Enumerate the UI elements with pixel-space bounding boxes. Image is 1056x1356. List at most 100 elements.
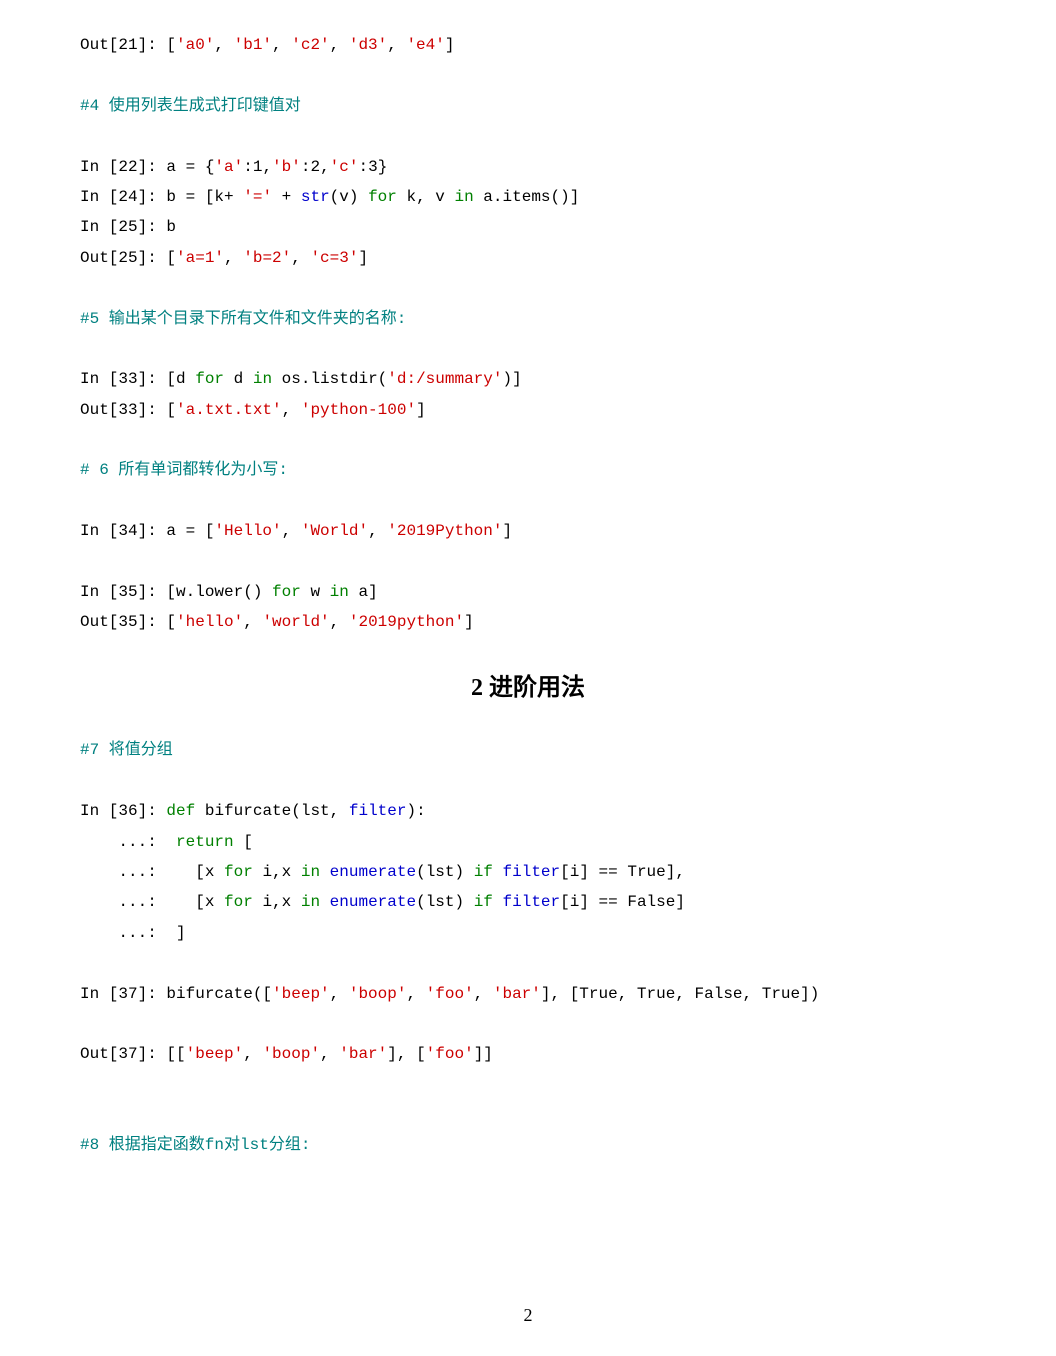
code-segment: 'b' bbox=[272, 158, 301, 176]
code-segment: 'Hello' bbox=[214, 522, 281, 540]
code-segment: , bbox=[214, 36, 233, 54]
code-segment: In [24]: b = [k+ bbox=[80, 188, 243, 206]
code-line: In [25]: b bbox=[80, 212, 976, 242]
code-line: In [24]: b = [k+ '=' + str(v) for k, v i… bbox=[80, 182, 976, 212]
code-segment: ...: bbox=[80, 833, 176, 851]
code-line: In [35]: [w.lower() for w in a] bbox=[80, 577, 976, 607]
code-segment: filter bbox=[503, 863, 561, 881]
code-segment: #8 根据指定函数fn对lst分组: bbox=[80, 1136, 310, 1154]
code-segment: Out[35]: [ bbox=[80, 613, 176, 631]
code-segment: i,x bbox=[253, 893, 301, 911]
blank-line bbox=[80, 425, 976, 455]
code-segment: ...: ] bbox=[80, 924, 186, 942]
code-segment: for bbox=[272, 583, 301, 601]
code-segment: , bbox=[330, 985, 349, 1003]
code-segment: 'a.txt.txt' bbox=[176, 401, 282, 419]
code-segment: '2019python' bbox=[349, 613, 464, 631]
code-segment: , bbox=[330, 613, 349, 631]
code-segment: (lst) bbox=[416, 863, 474, 881]
code-segment: i,x bbox=[253, 863, 301, 881]
code-segment: 'world' bbox=[262, 613, 329, 631]
code-segment: , bbox=[243, 613, 262, 631]
code-segment: filter bbox=[349, 802, 407, 820]
code-segment bbox=[493, 893, 503, 911]
code-segment: In [22]: a = { bbox=[80, 158, 214, 176]
code-line: #7 将值分组 bbox=[80, 735, 976, 765]
code-line: ...: return [ bbox=[80, 827, 976, 857]
code-segment: ...: [x bbox=[80, 893, 224, 911]
code-segment: '2019Python' bbox=[387, 522, 502, 540]
code-segment: 'hello' bbox=[176, 613, 243, 631]
code-segment: , bbox=[243, 1045, 262, 1063]
blank-line bbox=[80, 766, 976, 796]
code-segment: a] bbox=[349, 583, 378, 601]
code-line: Out[37]: [['beep', 'boop', 'bar'], ['foo… bbox=[80, 1039, 976, 1069]
code-segment: ] bbox=[358, 249, 368, 267]
code-segment: In [36]: bbox=[80, 802, 166, 820]
code-line: #8 根据指定函数fn对lst分组: bbox=[80, 1130, 976, 1160]
code-segment: enumerate bbox=[330, 893, 416, 911]
code-segment: , bbox=[474, 985, 493, 1003]
code-segment: 'a=1' bbox=[176, 249, 224, 267]
code-segment: In [33]: [d bbox=[80, 370, 195, 388]
code-segment: in bbox=[330, 583, 349, 601]
blank-line bbox=[80, 948, 976, 978]
code-segment: 'a0' bbox=[176, 36, 214, 54]
code-segment: , bbox=[291, 249, 310, 267]
code-segment: return bbox=[176, 833, 234, 851]
code-segment: 'World' bbox=[301, 522, 368, 540]
code-segment: In [35]: [w.lower() bbox=[80, 583, 272, 601]
code-segment: ] bbox=[445, 36, 455, 54]
code-line: Out[33]: ['a.txt.txt', 'python-100'] bbox=[80, 395, 976, 425]
code-segment: k, v bbox=[397, 188, 455, 206]
code-segment: 'beep' bbox=[186, 1045, 244, 1063]
code-segment bbox=[320, 893, 330, 911]
code-segment: in bbox=[253, 370, 272, 388]
code-segment: In [37]: bifurcate([ bbox=[80, 985, 272, 1003]
code-segment: In [34]: a = [ bbox=[80, 522, 214, 540]
code-segment: , bbox=[282, 522, 301, 540]
code-segment: , bbox=[330, 36, 349, 54]
code-segment: ] bbox=[502, 522, 512, 540]
code-segment: , bbox=[387, 36, 406, 54]
blank-line bbox=[80, 547, 976, 577]
code-segment: for bbox=[224, 863, 253, 881]
code-segment: [ bbox=[234, 833, 253, 851]
code-segment: (lst) bbox=[416, 893, 474, 911]
blank-line bbox=[80, 1070, 976, 1100]
code-segment: enumerate bbox=[330, 863, 416, 881]
code-line: In [36]: def bifurcate(lst, filter): bbox=[80, 796, 976, 826]
code-segment: os.listdir( bbox=[272, 370, 387, 388]
code-block-1: Out[21]: ['a0', 'b1', 'c2', 'd3', 'e4']#… bbox=[80, 30, 976, 638]
code-segment: 'a' bbox=[214, 158, 243, 176]
code-segment: for bbox=[195, 370, 224, 388]
blank-line bbox=[80, 334, 976, 364]
code-segment: , bbox=[272, 36, 291, 54]
code-segment: 'foo' bbox=[426, 985, 474, 1003]
code-segment: 'c' bbox=[330, 158, 359, 176]
code-segment: in bbox=[301, 863, 320, 881]
code-segment: ], [ bbox=[387, 1045, 425, 1063]
code-segment: , bbox=[406, 985, 425, 1003]
code-segment: #7 将值分组 bbox=[80, 741, 173, 759]
code-segment: 'python-100' bbox=[301, 401, 416, 419]
code-segment: :1, bbox=[243, 158, 272, 176]
code-segment: Out[37]: [[ bbox=[80, 1045, 186, 1063]
code-segment: ]] bbox=[474, 1045, 493, 1063]
code-segment: for bbox=[224, 893, 253, 911]
blank-line bbox=[80, 273, 976, 303]
code-segment: w bbox=[301, 583, 330, 601]
code-segment: Out[25]: [ bbox=[80, 249, 176, 267]
code-segment: def bbox=[166, 802, 195, 820]
code-segment: Out[33]: [ bbox=[80, 401, 176, 419]
code-segment: :3} bbox=[358, 158, 387, 176]
code-segment bbox=[493, 863, 503, 881]
code-segment: 'd3' bbox=[349, 36, 387, 54]
code-segment: 'c=3' bbox=[310, 249, 358, 267]
code-segment: , bbox=[368, 522, 387, 540]
blank-line bbox=[80, 486, 976, 516]
blank-line bbox=[80, 1100, 976, 1130]
code-line: ...: ] bbox=[80, 918, 976, 948]
code-line: In [37]: bifurcate(['beep', 'boop', 'foo… bbox=[80, 979, 976, 1009]
code-line: In [34]: a = ['Hello', 'World', '2019Pyt… bbox=[80, 516, 976, 546]
